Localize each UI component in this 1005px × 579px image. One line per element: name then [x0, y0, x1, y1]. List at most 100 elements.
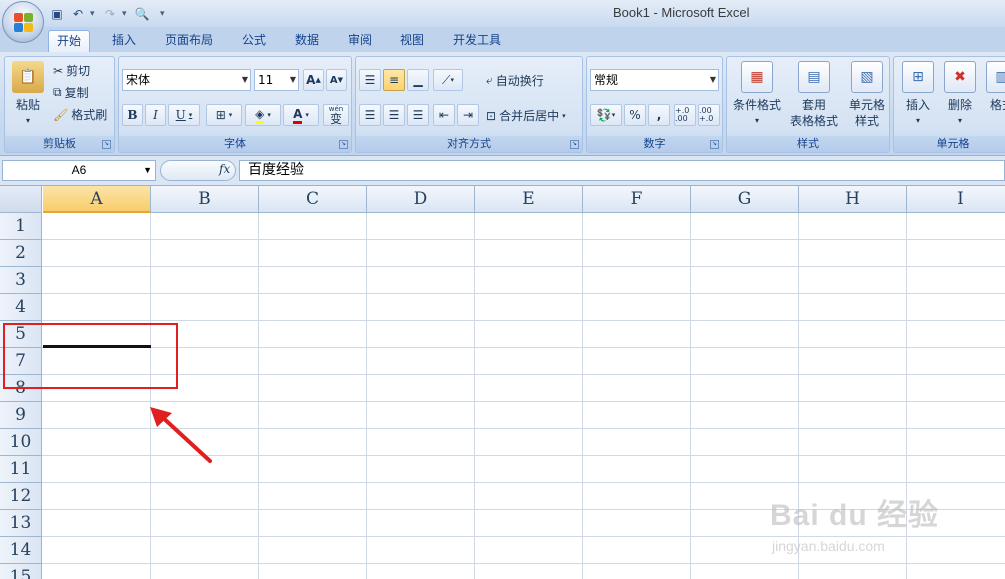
- font-launcher-icon[interactable]: ↘: [339, 140, 348, 149]
- chevron-down-icon: ▾: [228, 111, 233, 119]
- conditional-formatting-button[interactable]: ▦ 条件格式 ▾: [731, 61, 783, 129]
- customize-qat-icon[interactable]: ▾: [160, 5, 168, 23]
- align-left-button[interactable]: ☰: [359, 104, 381, 126]
- underline-button[interactable]: U ▾: [168, 104, 200, 126]
- wrap-text-button[interactable]: ⤶ 自动换行: [486, 72, 544, 89]
- tab-home[interactable]: 开始: [48, 30, 91, 52]
- column-header-d[interactable]: D: [367, 186, 475, 213]
- phonetic-button[interactable]: wén 变: [323, 104, 349, 126]
- office-button[interactable]: [2, 1, 44, 43]
- format-painter-button[interactable]: 🖌 格式刷: [53, 106, 107, 123]
- tab-page-layout[interactable]: 页面布局: [157, 30, 221, 52]
- watermark-main: Bai du 经验: [770, 499, 940, 532]
- align-center-button[interactable]: ☰: [383, 104, 405, 126]
- comma-style-button[interactable]: ,: [648, 104, 670, 126]
- cells-group: ⊞ 插入 ▾ ✖ 删除 ▾ ▥ 格式 单元格: [893, 56, 1005, 153]
- tab-view[interactable]: 视图: [392, 30, 432, 52]
- tab-data[interactable]: 数据: [287, 30, 327, 52]
- row-header-14[interactable]: 14: [0, 537, 42, 564]
- row-header-4[interactable]: 4: [0, 294, 42, 321]
- font-size-select[interactable]: 11 ▼: [254, 69, 299, 91]
- column-header-h[interactable]: H: [799, 186, 907, 213]
- redo-icon[interactable]: ↷: [101, 5, 119, 23]
- decrease-indent-button[interactable]: ⇤: [433, 104, 455, 126]
- cell-styles-icon: ▧: [851, 61, 883, 93]
- column-header-a[interactable]: A: [43, 186, 151, 213]
- row-header-15[interactable]: 15: [0, 564, 42, 579]
- align-top-button[interactable]: ☰: [359, 69, 381, 91]
- orientation-button[interactable]: ⟋ ▾: [433, 69, 463, 91]
- tab-formulas[interactable]: 公式: [234, 30, 274, 52]
- cell-styles-button[interactable]: ▧ 单元格 样式: [845, 61, 889, 129]
- accounting-format-button[interactable]: 💱 ▾: [590, 104, 622, 126]
- number-format-select[interactable]: 常规 ▼: [590, 69, 719, 91]
- clipboard-launcher-icon[interactable]: ↘: [102, 140, 111, 149]
- tab-review[interactable]: 审阅: [340, 30, 380, 52]
- quick-access-toolbar: ▣ ↶ ▾ ↷ ▾ 🔍 ▾: [48, 4, 168, 24]
- row-header-11[interactable]: 11: [0, 456, 42, 483]
- alignment-group: ☰ ≡ ▁ ⟋ ▾ ⤶ 自动换行 ☰ ☰ ☰ ⇤ ⇥ ⊡ 合并后居中 ▾ 对齐方式 ↘: [355, 56, 583, 153]
- chevron-down-icon: ▼: [143, 165, 152, 175]
- increase-indent-button[interactable]: ⇥: [457, 104, 479, 126]
- copy-icon: ⧉: [53, 85, 62, 99]
- fill-color-button[interactable]: ◈ ▾: [245, 104, 281, 126]
- format-as-table-button[interactable]: ▤ 套用 表格格式: [783, 61, 845, 129]
- font-color-button[interactable]: A ▾: [283, 104, 319, 126]
- window-title: Book1 - Microsoft Excel: [613, 5, 750, 20]
- merge-center-button[interactable]: ⊡ 合并后居中 ▾: [486, 107, 566, 124]
- row-header-12[interactable]: 12: [0, 483, 42, 510]
- font-group: 宋体 ▼ 11 ▼ A ▲ A ▼ B I U ▾ ⊞ ▾ ◈ ▾ A ▾ wén 变 字体 ↘: [118, 56, 352, 153]
- undo-dropdown-icon[interactable]: ▾: [90, 5, 98, 23]
- formula-input[interactable]: 百度经验: [239, 160, 1005, 181]
- font-name-select[interactable]: 宋体 ▼: [122, 69, 251, 91]
- percent-style-button[interactable]: %: [624, 104, 646, 126]
- font-group-label: 字体: [119, 136, 351, 152]
- gridline-vertical: [366, 213, 367, 579]
- print-preview-icon[interactable]: 🔍: [133, 5, 151, 23]
- increase-decimal-button[interactable]: +.0 .00: [674, 104, 696, 126]
- row-header-3[interactable]: 3: [0, 267, 42, 294]
- alignment-launcher-icon[interactable]: ↘: [570, 140, 579, 149]
- gridline-vertical: [582, 213, 583, 579]
- tab-insert[interactable]: 插入: [104, 30, 144, 52]
- row-header-9[interactable]: 9: [0, 402, 42, 429]
- insert-function-icon[interactable]: fx: [219, 162, 230, 176]
- copy-button[interactable]: ⧉ 复制: [53, 84, 89, 101]
- chevron-down-icon: ▾: [188, 111, 193, 119]
- align-middle-button[interactable]: ≡: [383, 69, 405, 91]
- delete-cells-button[interactable]: ✖ 删除 ▾: [940, 61, 980, 129]
- paste-button[interactable]: 📋 粘贴 ▾: [11, 61, 45, 129]
- name-box[interactable]: A6 ▼: [2, 160, 156, 181]
- align-right-button[interactable]: ☰: [407, 104, 429, 126]
- borders-button[interactable]: ⊞ ▾: [206, 104, 242, 126]
- row-header-1[interactable]: 1: [0, 213, 42, 240]
- column-header-g[interactable]: G: [691, 186, 799, 213]
- tab-developer[interactable]: 开发工具: [445, 30, 509, 52]
- increase-indent-icon: ⇥: [462, 108, 474, 122]
- bold-button[interactable]: B: [122, 104, 143, 126]
- grow-font-button[interactable]: A ▲: [303, 69, 324, 91]
- cut-label: 剪切: [66, 64, 91, 78]
- column-header-b[interactable]: B: [151, 186, 259, 213]
- align-bottom-button[interactable]: ▁: [407, 69, 429, 91]
- save-icon[interactable]: ▣: [48, 5, 66, 23]
- number-launcher-icon[interactable]: ↘: [710, 140, 719, 149]
- undo-icon[interactable]: ↶: [69, 5, 87, 23]
- cut-button[interactable]: ✂ 剪切: [53, 62, 90, 79]
- format-cells-button[interactable]: ▥ 格式: [982, 61, 1005, 113]
- column-header-f[interactable]: F: [583, 186, 691, 213]
- row-header-2[interactable]: 2: [0, 240, 42, 267]
- italic-button[interactable]: I: [145, 104, 166, 126]
- copy-label: 复制: [64, 86, 89, 100]
- column-header-e[interactable]: E: [475, 186, 583, 213]
- column-header-i[interactable]: I: [907, 186, 1005, 213]
- insert-cells-button[interactable]: ⊞ 插入 ▾: [898, 61, 938, 129]
- row-header-10[interactable]: 10: [0, 429, 42, 456]
- row-header-13[interactable]: 13: [0, 510, 42, 537]
- select-all-corner[interactable]: [0, 186, 42, 213]
- decrease-decimal-button[interactable]: .00 +.0: [698, 104, 720, 126]
- chevron-down-icon: ▾: [957, 116, 962, 125]
- shrink-font-button[interactable]: A ▼: [326, 69, 347, 91]
- redo-dropdown-icon[interactable]: ▾: [122, 5, 130, 23]
- column-header-c[interactable]: C: [259, 186, 367, 213]
